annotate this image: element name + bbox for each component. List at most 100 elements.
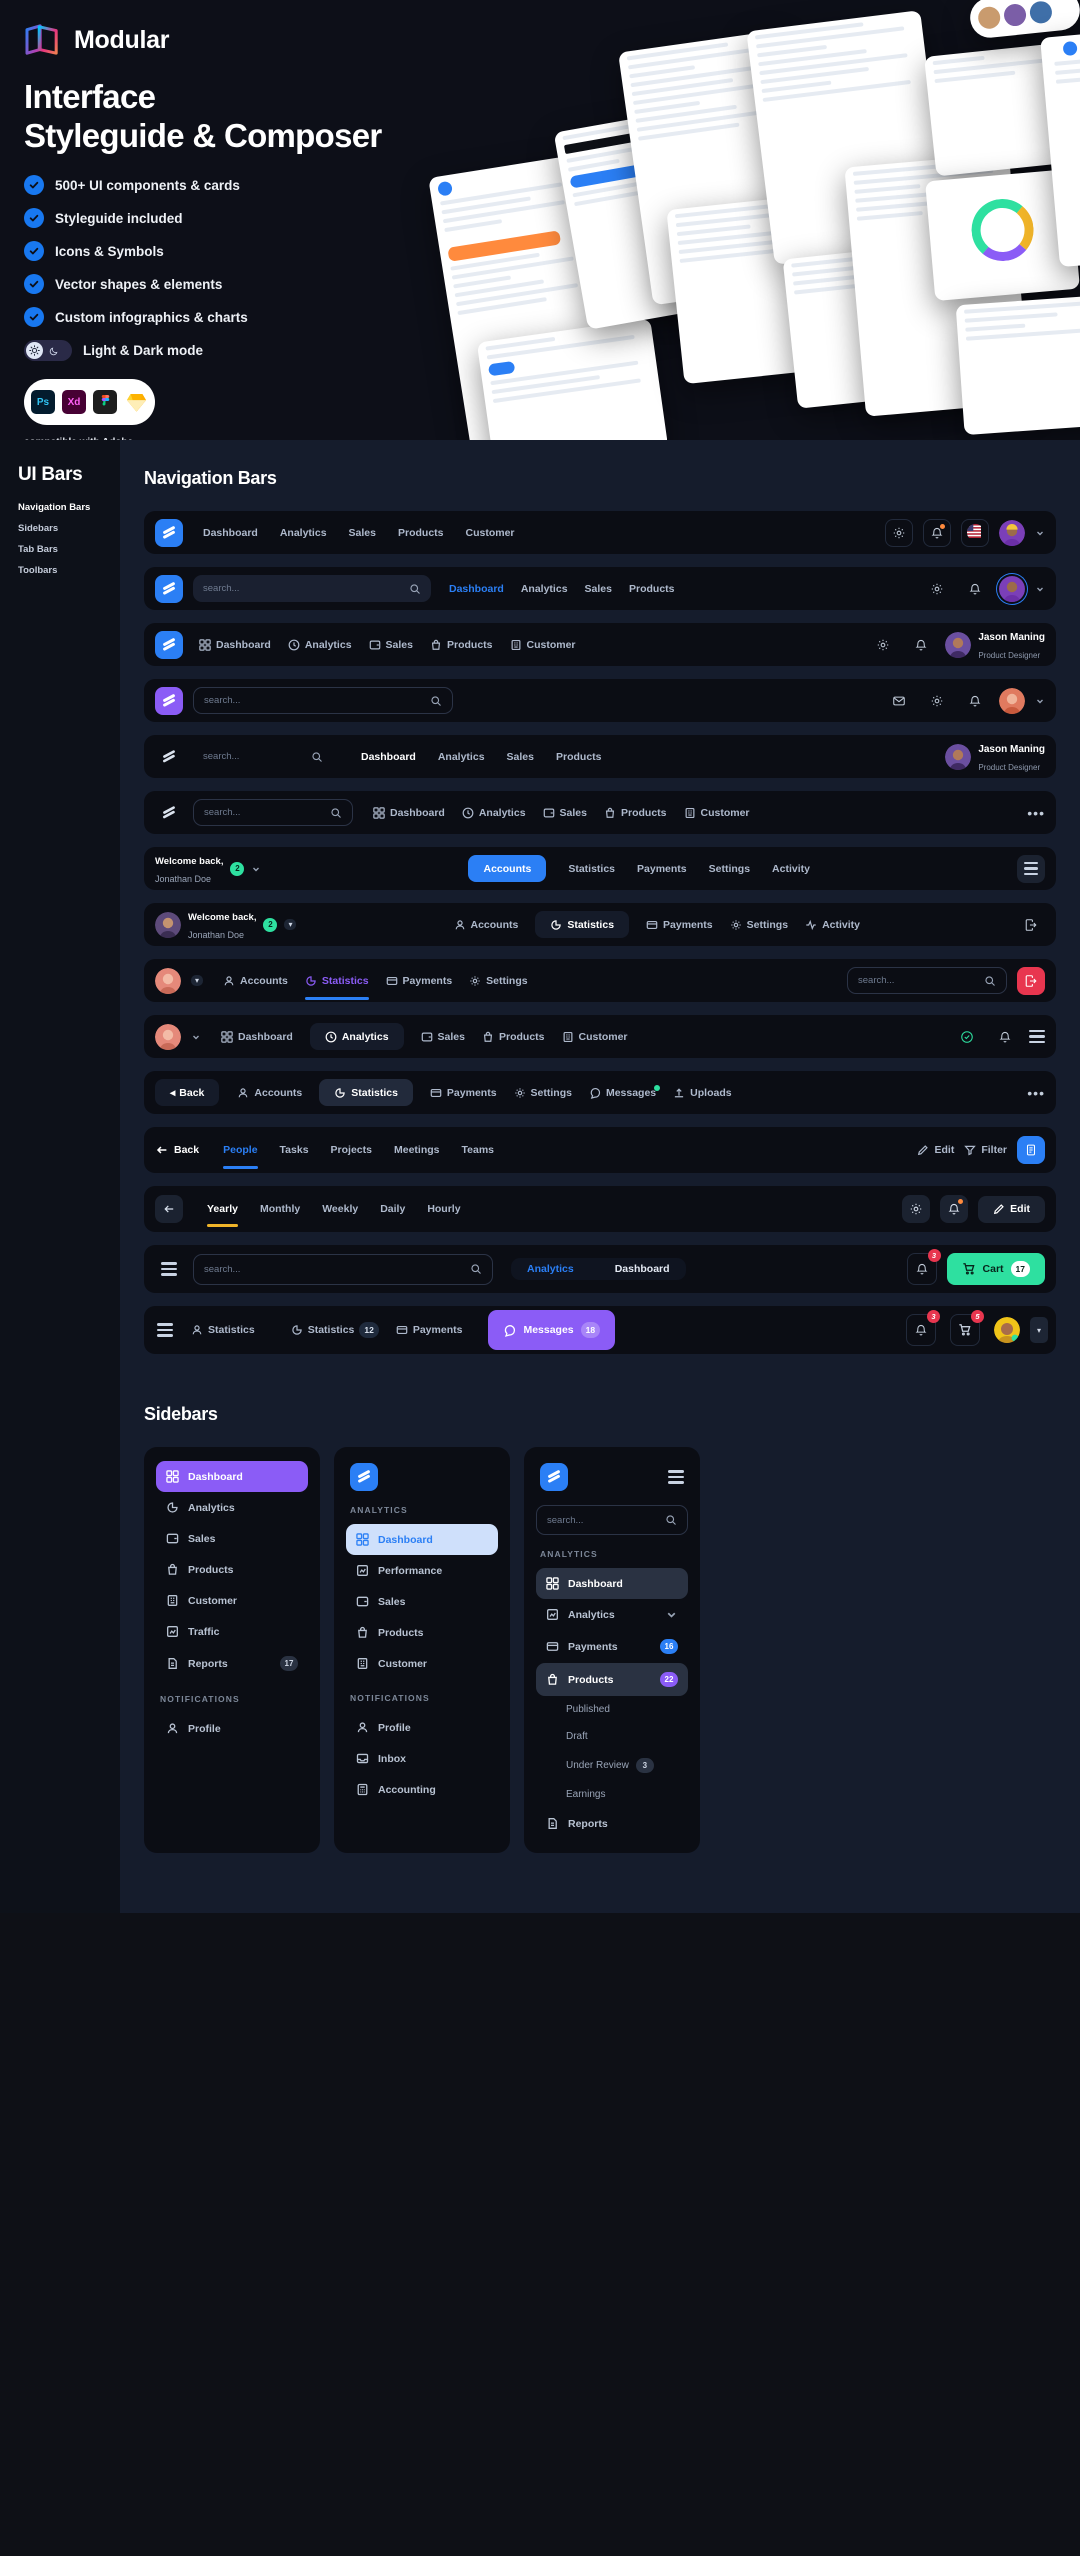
- sidebar-item-profile[interactable]: Profile: [346, 1712, 498, 1743]
- chevron-down-icon[interactable]: [1035, 528, 1045, 538]
- nav-item-dashboard[interactable]: Dashboard: [199, 639, 271, 651]
- nav-item-products[interactable]: Products: [604, 807, 667, 819]
- nav-item-settings[interactable]: Settings: [514, 1087, 572, 1099]
- avatar[interactable]: [155, 911, 181, 938]
- app-logo-icon[interactable]: [155, 574, 183, 603]
- nav-item-analytics[interactable]: Analytics: [515, 1263, 586, 1275]
- nav-item-activity[interactable]: Activity: [805, 919, 860, 931]
- user-block[interactable]: Jason Maning Product Designer: [945, 739, 1045, 775]
- sidebar-item-accounting[interactable]: Accounting: [346, 1774, 498, 1805]
- app-logo-icon[interactable]: [155, 686, 183, 715]
- nav-item-messages[interactable]: Messages 18: [488, 1310, 616, 1350]
- chevron-down-icon[interactable]: [1035, 696, 1045, 706]
- nav-item-payments[interactable]: Payments: [396, 1324, 462, 1336]
- app-logo-icon[interactable]: [155, 799, 183, 827]
- back-button[interactable]: Back: [155, 1143, 199, 1157]
- sidebar-item-customer[interactable]: Customer: [156, 1585, 308, 1616]
- search-input[interactable]: [203, 583, 403, 594]
- nav-item-dashboard[interactable]: Dashboard: [361, 751, 416, 763]
- more-options-icon[interactable]: •••: [1027, 805, 1045, 821]
- notifications-button[interactable]: 3: [906, 1249, 941, 1285]
- filter-button[interactable]: Filter: [964, 1144, 1007, 1156]
- nav-item-analytics[interactable]: Analytics: [280, 527, 327, 539]
- nav-item-dashboard[interactable]: Dashboard: [203, 527, 258, 539]
- nav-item-accounts[interactable]: Accounts: [454, 919, 518, 931]
- notifications-button[interactable]: [940, 1195, 969, 1223]
- nav-item-dashboard[interactable]: Dashboard: [373, 807, 445, 819]
- nav-item-sales[interactable]: Sales: [369, 639, 413, 651]
- search-box[interactable]: [193, 1253, 493, 1285]
- nav-item-projects[interactable]: Projects: [331, 1144, 372, 1156]
- nav-item-products[interactable]: Products: [398, 527, 444, 539]
- avatar[interactable]: [155, 1023, 181, 1050]
- sidebar-item-traffic[interactable]: Traffic: [156, 1616, 308, 1647]
- nav-item-customer[interactable]: Customer: [684, 807, 750, 819]
- nav-item-weekly[interactable]: Weekly: [322, 1203, 358, 1215]
- nav-item-sales[interactable]: Sales: [543, 807, 587, 819]
- nav-item-dashboard[interactable]: Dashboard: [449, 583, 504, 595]
- cart-button[interactable]: Cart 17: [946, 1253, 1045, 1285]
- nav-item-settings[interactable]: Settings: [469, 975, 528, 987]
- sidebar-item-toolbars[interactable]: Toolbars: [18, 565, 120, 576]
- sidebar-item-reports[interactable]: Reports: [536, 1808, 688, 1839]
- nav-item-payments[interactable]: Payments: [386, 975, 452, 987]
- nav-item-customer[interactable]: Customer: [562, 1031, 628, 1043]
- nav-item-sales[interactable]: Sales: [349, 527, 376, 539]
- avatar[interactable]: [994, 1317, 1020, 1343]
- menu-button[interactable]: [161, 1262, 177, 1276]
- nav-item-yearly[interactable]: Yearly: [207, 1203, 238, 1227]
- logout-button[interactable]: [1017, 911, 1045, 939]
- nav-item-analytics[interactable]: Analytics: [462, 807, 526, 819]
- search-box[interactable]: [193, 575, 431, 602]
- chevron-chip[interactable]: ▾: [284, 919, 297, 930]
- edit-button[interactable]: Edit: [978, 1195, 1045, 1223]
- nav-item-payments[interactable]: Payments: [637, 863, 687, 875]
- nav-item-analytics[interactable]: Analytics: [288, 639, 352, 651]
- nav-item-people[interactable]: People: [223, 1144, 258, 1169]
- avatar-dropdown[interactable]: ▾: [191, 975, 204, 986]
- chevron-down-icon[interactable]: [1035, 584, 1045, 594]
- search-box[interactable]: [536, 1505, 688, 1535]
- sidebar-item-payments[interactable]: Payments 16: [536, 1630, 688, 1663]
- sidebar-item-navigation-bars[interactable]: Navigation Bars: [18, 502, 120, 513]
- nav-item-meetings[interactable]: Meetings: [394, 1144, 440, 1156]
- search-box[interactable]: [847, 967, 1007, 994]
- nav-item-customer[interactable]: Customer: [466, 527, 515, 539]
- nav-item-products[interactable]: Products: [629, 583, 675, 595]
- settings-button[interactable]: [869, 631, 897, 659]
- sidebar-item-dashboard[interactable]: Dashboard: [346, 1524, 498, 1555]
- edit-button[interactable]: Edit: [917, 1144, 954, 1156]
- nav-item-analytics[interactable]: Analytics: [309, 1023, 404, 1050]
- sidebar-item-dashboard[interactable]: Dashboard: [156, 1461, 308, 1492]
- app-logo-icon[interactable]: [155, 630, 183, 659]
- sidebar-item-analytics[interactable]: Analytics: [156, 1492, 308, 1523]
- search-input[interactable]: [858, 975, 978, 986]
- sidebar-subitem-under-review[interactable]: Under Review 3: [536, 1750, 688, 1781]
- nav-item-payments[interactable]: Payments: [646, 919, 713, 931]
- nav-item-products[interactable]: Products: [556, 751, 602, 763]
- nav-item-dashboard[interactable]: Dashboard: [221, 1031, 293, 1043]
- nav-item-customer[interactable]: Customer: [510, 639, 576, 651]
- avatar[interactable]: [999, 687, 1025, 714]
- search-input[interactable]: [204, 695, 424, 706]
- nav-item-analytics[interactable]: Analytics: [438, 751, 485, 763]
- sidebar-item-profile[interactable]: Profile: [156, 1713, 308, 1744]
- user-block[interactable]: Jason Maning Product Designer: [945, 627, 1045, 663]
- nav-item-hourly[interactable]: Hourly: [427, 1203, 460, 1215]
- nav-item-products[interactable]: Products: [482, 1031, 545, 1043]
- avatar[interactable]: [155, 967, 181, 994]
- back-button[interactable]: [155, 1195, 183, 1223]
- nav-item-uploads[interactable]: Uploads: [673, 1087, 732, 1099]
- chevron-down-icon[interactable]: [251, 864, 261, 874]
- nav-item-payments[interactable]: Payments: [430, 1087, 497, 1099]
- avatar[interactable]: [999, 575, 1025, 602]
- search-box[interactable]: [193, 743, 333, 770]
- sidebar-item-products[interactable]: Products: [156, 1554, 308, 1585]
- sidebar-subitem-earnings[interactable]: Earnings: [536, 1781, 688, 1808]
- sidebar-item-inbox[interactable]: Inbox: [346, 1743, 498, 1774]
- settings-button[interactable]: [902, 1195, 931, 1223]
- logout-button[interactable]: [1017, 966, 1045, 995]
- nav-item-statistics[interactable]: Statistics: [319, 1079, 413, 1106]
- menu-button[interactable]: [1029, 1029, 1045, 1044]
- doc-button[interactable]: [1017, 1136, 1045, 1164]
